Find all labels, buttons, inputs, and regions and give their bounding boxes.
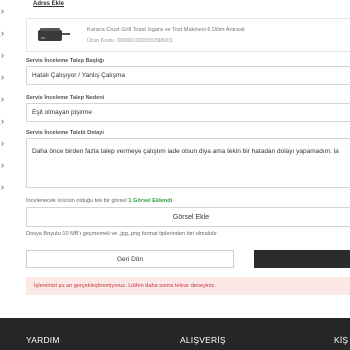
chevron-right-icon[interactable]: › [1, 117, 4, 126]
chevron-right-icon[interactable]: › [1, 95, 4, 104]
footer-heading-help[interactable]: YARDIM [26, 335, 60, 345]
left-accordion-column: › › › › › › › › › [0, 0, 10, 300]
product-code: Ürün Kodu: 000001000155398001 [87, 38, 173, 44]
request-title-label: Servis İnceleme Talep Başlığı [26, 58, 104, 64]
chevron-right-icon[interactable]: › [1, 73, 4, 82]
chevron-right-icon[interactable]: › [1, 161, 4, 170]
toaster-grill-icon [32, 24, 76, 48]
image-added-status: 1 Görsel Eklendi [128, 198, 173, 204]
error-alert: İşleminizi şu an gerçekleştiremiyoruz. L… [26, 277, 350, 295]
chevron-right-icon[interactable]: › [1, 183, 4, 192]
image-upload-hint: İncelenecek ürünün olduğu tek bir görsel… [26, 198, 172, 204]
submit-button[interactable] [254, 250, 350, 268]
request-reason-field[interactable]: Eşit olmayan pişirme [26, 103, 350, 122]
back-button[interactable]: Geri Dön [26, 250, 234, 268]
chevron-right-icon[interactable]: › [1, 51, 4, 60]
chevron-right-icon[interactable]: › [1, 29, 4, 38]
footer-heading-shopping[interactable]: ALIŞVERİŞ [180, 335, 226, 345]
file-size-note: Dosya Boyutu 10 MB'ı geçmemeli ve .jpg,.… [26, 231, 219, 237]
chevron-right-icon[interactable]: › [1, 7, 4, 16]
product-card: Karaca Crust Grill Toast Izgara ve Tost … [26, 18, 350, 52]
add-address-link[interactable]: Adres Ekle [33, 1, 64, 7]
image-upload-hint-text: İncelenecek ürünün olduğu tek bir görsel [26, 198, 127, 204]
add-image-button[interactable]: Görsel Ekle [26, 207, 350, 227]
footer: YARDIM ALIŞVERİŞ KİŞ [0, 318, 350, 350]
chevron-right-icon[interactable]: › [1, 139, 4, 148]
request-title-field[interactable]: Hatalı Çalışıyor / Yanlış Çalışma [26, 66, 350, 85]
request-reason-label: Servis İnceleme Talep Nedeni [26, 95, 105, 101]
request-detail-label: Servis İnceleme Talebi Detayı [26, 130, 104, 136]
product-name: Karaca Crust Grill Toast Izgara ve Tost … [87, 27, 245, 33]
request-detail-textarea[interactable]: Daha önce birden fazla talep vermeye çal… [26, 138, 350, 188]
footer-heading-personal[interactable]: KİŞ [334, 335, 348, 345]
